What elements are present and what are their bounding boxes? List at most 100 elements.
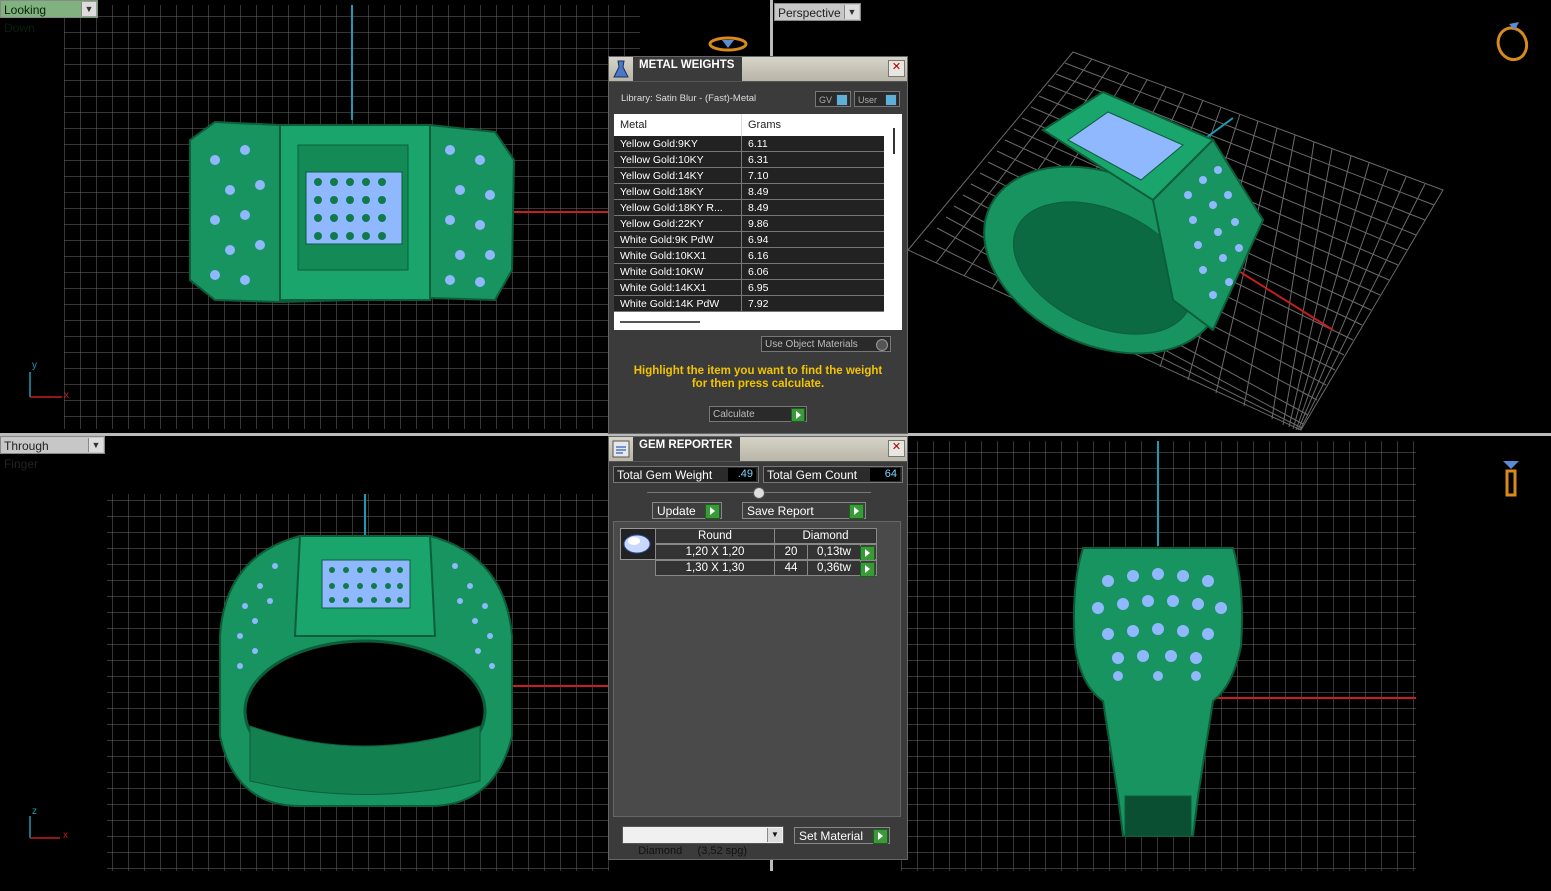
use-object-materials-label: Use Object Materials [765, 339, 858, 350]
ring-top-view [189, 120, 516, 304]
metal-weights-titlebar[interactable]: METAL WEIGHTS ✕ [609, 57, 907, 82]
grams-cell: 6.16 [742, 248, 884, 264]
view-label: Perspective [778, 6, 841, 20]
gem-reporter-title: GEM REPORTER [633, 437, 741, 461]
scrollbar-thumb[interactable] [620, 321, 700, 323]
ring-perspective-view [983, 90, 1265, 355]
axis-label-y: y [32, 360, 37, 371]
view-selector-looking-down[interactable]: Looking Down ▼ [0, 0, 98, 35]
ring-navigator-icon [1503, 461, 1519, 497]
gem-size-cell: 1,30 X 1,30 [655, 560, 775, 576]
grams-cell: 8.49 [742, 200, 884, 216]
gv-toggle[interactable]: GV [815, 91, 851, 107]
metal-cell: White Gold:10KW [614, 264, 742, 280]
metal-cell: White Gold:14K PdW [614, 296, 742, 312]
table-row[interactable]: White Gold:14KX1 6.95 [614, 280, 902, 296]
gem-reporter-panel: GEM REPORTER ✕ Total Gem Weight .49 Tota… [608, 436, 908, 860]
metal-cell: Yellow Gold:18KY [614, 184, 742, 200]
play-arrow-icon [849, 504, 864, 519]
axis-label-z: z [32, 806, 37, 817]
table-row[interactable]: White Gold:9K PdW 6.94 [614, 232, 902, 248]
chevron-down-icon: ▼ [88, 438, 103, 452]
table-row[interactable]: Yellow Gold:14KY 7.10 [614, 168, 902, 184]
update-button[interactable]: Update [652, 502, 722, 519]
set-material-button[interactable]: Set Material [794, 827, 890, 844]
flask-icon [613, 60, 629, 78]
metal-weights-title: METAL WEIGHTS [633, 57, 743, 81]
table-row[interactable]: Yellow Gold:18KY 8.49 [614, 184, 902, 200]
total-gem-weight-field: Total Gem Weight .49 [613, 466, 759, 483]
play-arrow-icon [860, 546, 875, 561]
user-toggle[interactable]: User [854, 91, 900, 107]
axis-indicator [29, 372, 62, 398]
metal-cell: Yellow Gold:18KY R... [614, 200, 742, 216]
metal-cell: White Gold:10KX1 [614, 248, 742, 264]
grams-cell: 6.11 [742, 136, 884, 152]
calculate-label: Calculate [713, 409, 755, 420]
close-icon[interactable]: ✕ [888, 440, 905, 457]
chevron-down-icon: ▼ [844, 5, 859, 19]
use-object-materials-checkbox[interactable]: Use Object Materials [761, 336, 891, 352]
play-arrow-icon [860, 562, 875, 577]
view-selector-perspective[interactable]: Perspective ▼ [774, 3, 861, 21]
gem-weight-cell: 0,36tw [807, 560, 861, 576]
view-selector-through-finger[interactable]: Through Finger ▼ [0, 436, 105, 471]
table-row[interactable]: Yellow Gold:9KY 6.11 [614, 136, 902, 152]
calculate-button[interactable]: Calculate [709, 406, 807, 422]
gem-report-icon [612, 440, 630, 458]
user-toggle-label: User [858, 95, 878, 105]
grams-cell: 6.31 [742, 152, 884, 168]
play-arrow-icon [873, 829, 888, 844]
material-select[interactable]: Diamond (3,52 spg) ▼ [622, 826, 784, 857]
gem-reporter-titlebar[interactable]: GEM REPORTER ✕ [609, 437, 907, 462]
radio-icon [876, 339, 888, 351]
axis-label-x: x [64, 390, 69, 401]
play-arrow-icon [791, 408, 805, 422]
grams-cell: 8.49 [742, 184, 884, 200]
grams-cell: 7.92 [742, 296, 884, 312]
total-gem-count-field: Total Gem Count 64 [763, 466, 903, 483]
select-gem-row-button[interactable] [860, 544, 877, 561]
grams-cell: 9.86 [742, 216, 884, 232]
close-icon[interactable]: ✕ [888, 60, 905, 77]
horizontal-scrollbar[interactable] [614, 314, 902, 330]
table-header: Metal Grams [614, 114, 902, 136]
metal-weights-table[interactable]: Metal Grams Yellow Gold:9KY 6.11 Yellow G… [614, 114, 902, 330]
column-header-grams[interactable]: Grams [742, 114, 884, 136]
set-material-label: Set Material [799, 829, 864, 843]
table-row[interactable]: White Gold:14K PdW 7.92 [614, 296, 902, 312]
ring-navigator-icon [708, 36, 748, 52]
grams-cell: 6.95 [742, 280, 884, 296]
grams-cell: 7.10 [742, 168, 884, 184]
total-gem-count-value: 64 [870, 468, 900, 481]
collapse-handle-icon[interactable] [753, 487, 765, 499]
scrollbar-thumb[interactable] [893, 128, 895, 154]
axis-label-x: x [63, 830, 68, 841]
metal-cell: Yellow Gold:10KY [614, 152, 742, 168]
table-row[interactable]: Yellow Gold:22KY 9.86 [614, 216, 902, 232]
instruction-text: Highlight the item you want to find the … [609, 365, 907, 391]
column-header-metal[interactable]: Metal [614, 114, 742, 136]
vertical-scrollbar[interactable] [886, 114, 902, 314]
play-arrow-icon [705, 504, 720, 519]
table-row[interactable]: Yellow Gold:10KY 6.31 [614, 152, 902, 168]
ring-navigator-icon [1496, 22, 1529, 62]
round-diamond-icon [620, 528, 656, 560]
axis-indicator [29, 816, 60, 839]
table-row[interactable]: White Gold:10KX1 6.16 [614, 248, 902, 264]
gem-list: Round Diamond 1,20 X 1,20 20 0,13tw 1,30… [613, 521, 901, 817]
select-gem-row-button[interactable] [860, 560, 877, 577]
save-report-button[interactable]: Save Report [742, 502, 866, 519]
table-row[interactable]: White Gold:10KW 6.06 [614, 264, 902, 280]
table-row[interactable]: Yellow Gold:18KY R... 8.49 [614, 200, 902, 216]
gem-size-cell: 1,20 X 1,20 [655, 544, 775, 560]
save-report-label: Save Report [747, 504, 814, 518]
gem-shape-icon [623, 534, 651, 554]
total-gem-count-label: Total Gem Count [767, 468, 858, 482]
material-select-value: Diamond (3,52 spg) [638, 845, 748, 857]
gem-count-cell: 20 [774, 544, 808, 560]
instruction-line-1: Highlight the item you want to find the … [633, 365, 883, 377]
metal-cell: Yellow Gold:22KY [614, 216, 742, 232]
gem-weight-cell: 0,13tw [807, 544, 861, 560]
metal-cell: Yellow Gold:14KY [614, 168, 742, 184]
